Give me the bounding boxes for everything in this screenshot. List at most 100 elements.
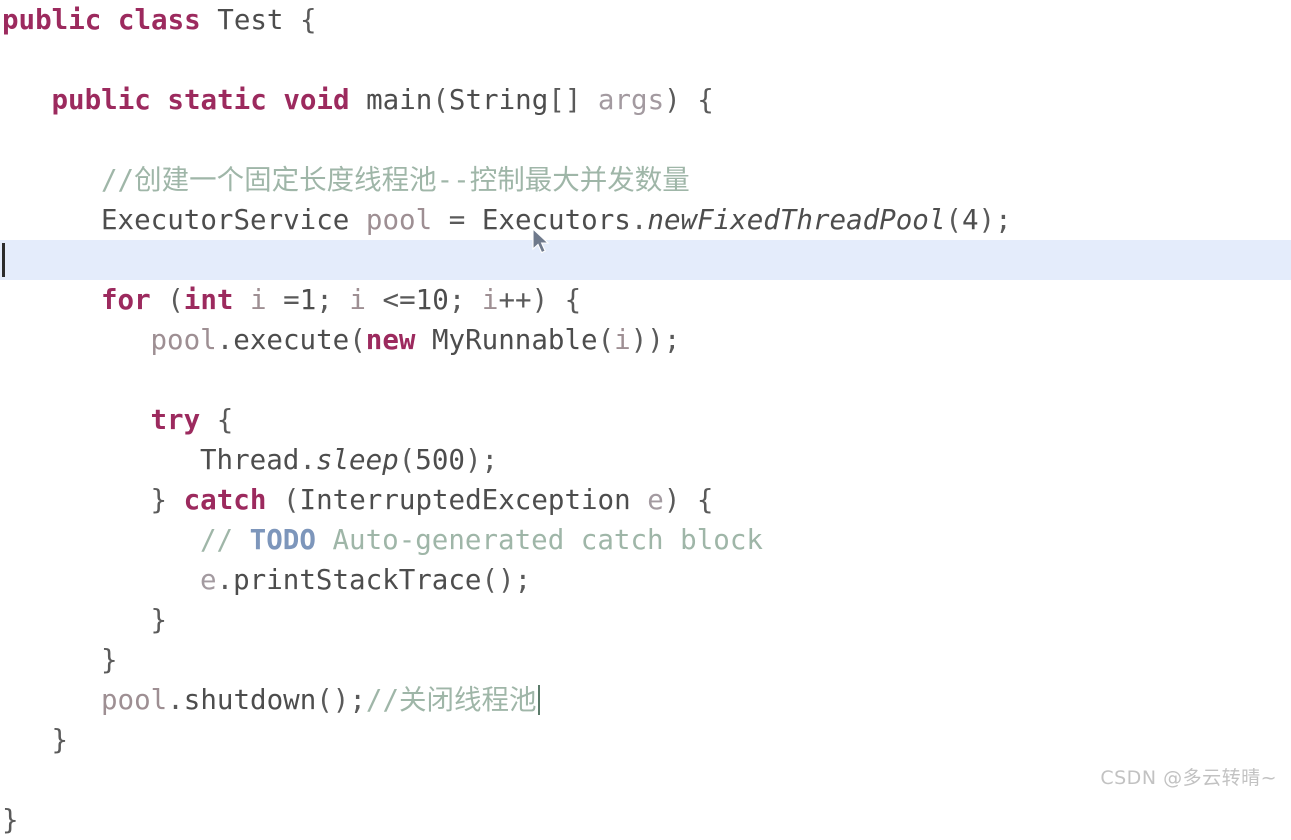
code-token: execute (233, 324, 350, 356)
line-class-decl[interactable]: public class Test { (0, 0, 1291, 40)
line-pool-shutdown[interactable]: pool.shutdown();//关闭线程池 (0, 680, 1291, 720)
code-token: i (250, 284, 267, 316)
code-token: } (101, 644, 118, 676)
line-blank-1[interactable] (0, 40, 1291, 80)
code-token: ; (316, 284, 350, 316)
code-token: public (2, 4, 102, 36)
code-token: ++) { (498, 284, 582, 316)
code-token: } (150, 604, 168, 636)
code-token: ; (448, 284, 482, 316)
code-token: main (366, 84, 433, 116)
code-token: Test (217, 4, 284, 36)
code-token: ( (398, 444, 416, 476)
code-token: } (51, 724, 69, 756)
code-token: (); (481, 564, 532, 596)
line-catch[interactable]: } catch (InterruptedException e) { (0, 480, 1291, 520)
code-token: printStackTrace (233, 564, 482, 596)
line-current-empty[interactable] (0, 240, 1291, 280)
code-token: e (647, 484, 664, 516)
code-token: { (200, 404, 234, 436)
code-token: i (349, 284, 366, 316)
code-token: { (283, 4, 317, 36)
code-token: i (614, 324, 631, 356)
code-token: } (2, 804, 19, 836)
code-token: ) { (664, 84, 714, 116)
line-close-catch[interactable]: } (0, 600, 1291, 640)
code-token: = (266, 284, 300, 316)
line-blank-4[interactable] (0, 760, 1291, 800)
code-token: ( (349, 324, 366, 356)
code-token: pool (101, 684, 168, 716)
line-pool-execute[interactable]: pool.execute(new MyRunnable(i)); (0, 320, 1291, 360)
code-token: ( (597, 324, 615, 356)
code-token: catch (183, 484, 267, 516)
code-token: args (597, 84, 665, 116)
code-token: . (630, 204, 648, 236)
code-editor[interactable]: public class Test {public static void ma… (0, 0, 1291, 836)
code-token: . (216, 324, 234, 356)
code-token: Thread (200, 444, 300, 476)
line-blank-3[interactable] (0, 360, 1291, 400)
code-token: sleep (315, 444, 399, 476)
line-for-loop[interactable]: for (int i =1; i <=10; i++) { (0, 280, 1291, 320)
code-token: pool (150, 324, 217, 356)
line-print-stack-trace[interactable]: e.printStackTrace(); (0, 560, 1291, 600)
code-token: i (481, 284, 499, 316)
code-token: ); (978, 204, 1012, 236)
code-token: ( (945, 204, 962, 236)
code-token: //关闭线程池 (365, 684, 537, 716)
line-thread-sleep[interactable]: Thread.sleep(500); (0, 440, 1291, 480)
code-token: e (200, 564, 217, 596)
csdn-watermark: CSDN @多云转晴~ (1100, 767, 1277, 789)
code-token: static (167, 84, 267, 116)
code-token: void (283, 84, 350, 116)
code-token: 10 (415, 284, 449, 316)
code-token: ( (266, 484, 300, 516)
code-token: )); (630, 324, 681, 356)
line-main-decl[interactable]: public static void main(String[] args) { (0, 80, 1291, 120)
code-token: int (183, 284, 234, 316)
code-token: Auto-generated catch block (315, 524, 763, 556)
line-todo-comment[interactable]: // TODO Auto-generated catch block (0, 520, 1291, 560)
code-token: newFixedThreadPool (647, 204, 946, 236)
code-token: for (101, 284, 151, 316)
code-token: ) { (663, 484, 714, 516)
code-token: 4 (961, 204, 979, 236)
code-token: ( (432, 84, 449, 116)
code-token: // (200, 524, 250, 556)
code-token: [] (548, 84, 598, 116)
line-close-for[interactable]: } (0, 640, 1291, 680)
code-token: MyRunnable (432, 324, 598, 356)
line-try[interactable]: try { (0, 400, 1291, 440)
code-token: pool (365, 204, 433, 236)
code-token: //创建一个固定长度线程池--控制最大并发数量 (101, 164, 690, 196)
code-token: (); (316, 684, 366, 716)
line-close-class[interactable]: } (0, 800, 1291, 840)
code-token: = (432, 204, 482, 236)
code-token: . (216, 564, 234, 596)
code-token: String (448, 84, 549, 116)
line-comment-pool[interactable]: //创建一个固定长度线程池--控制最大并发数量 (0, 160, 1291, 200)
line-blank-2[interactable] (0, 120, 1291, 160)
code-token: try (150, 404, 201, 436)
text-caret (2, 243, 5, 277)
code-surface[interactable]: public class Test {public static void ma… (0, 0, 1291, 840)
line-close-main[interactable]: } (0, 720, 1291, 760)
line-pool-init[interactable]: ExecutorService pool = Executors.newFixe… (0, 200, 1291, 240)
code-token: 500 (415, 444, 465, 476)
code-token: public (51, 84, 151, 116)
code-token: InterruptedException (299, 484, 631, 516)
code-token: ExecutorService (101, 204, 350, 236)
code-token: new (365, 324, 416, 356)
code-token: TODO (249, 524, 316, 556)
code-token: . (299, 444, 316, 476)
